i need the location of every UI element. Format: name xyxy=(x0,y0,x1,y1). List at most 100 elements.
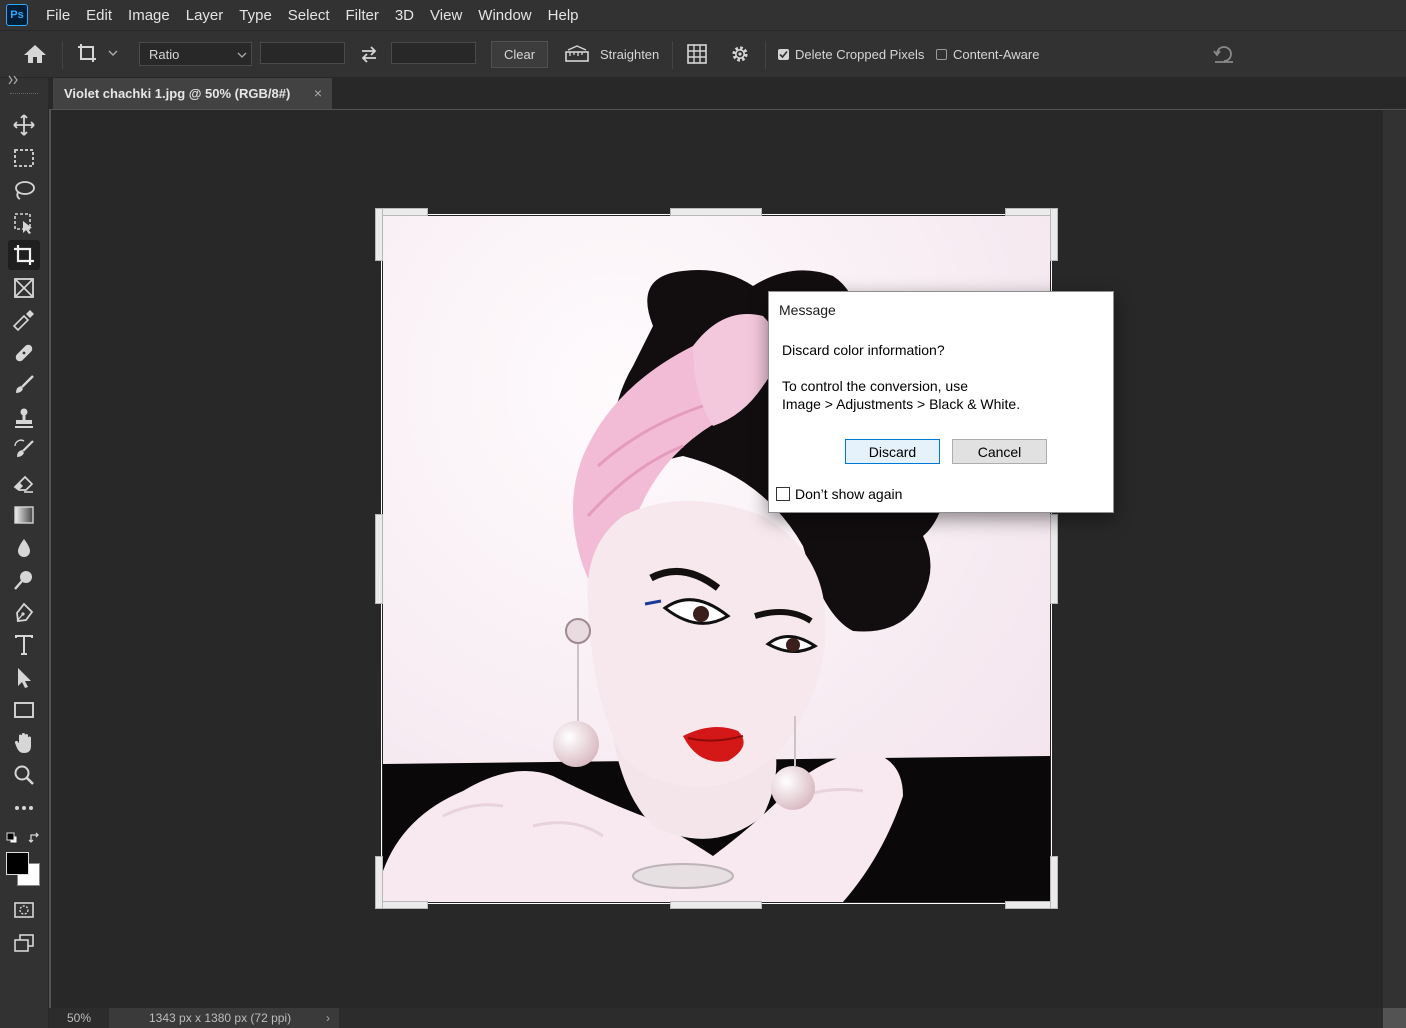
crop-handle-right-middle[interactable] xyxy=(1050,514,1058,604)
delete-cropped-checkbox[interactable] xyxy=(778,48,789,60)
gear-icon xyxy=(732,46,748,62)
document-tab-title: Violet chachki 1.jpg @ 50% (RGB/8#) xyxy=(64,86,291,101)
swap-dimensions-button[interactable] xyxy=(359,31,379,77)
menu-edit[interactable]: Edit xyxy=(78,0,120,30)
menu-type[interactable]: Type xyxy=(231,0,280,30)
dont-show-again-checkbox[interactable] xyxy=(776,487,790,501)
default-colors-icon[interactable] xyxy=(6,832,18,844)
reset-rotate-icon xyxy=(1213,46,1233,63)
crop-handle-left-middle[interactable] xyxy=(375,514,383,604)
hand-tool[interactable] xyxy=(8,728,40,758)
ratio-select[interactable]: Ratio xyxy=(139,42,252,66)
crop-handle-top-right-vertical[interactable] xyxy=(1050,208,1058,261)
history-brush-icon xyxy=(14,439,34,457)
foreground-color-swatch[interactable] xyxy=(6,852,29,875)
marquee-tool[interactable] xyxy=(8,143,40,173)
content-aware-option[interactable]: Content-Aware xyxy=(936,31,1039,77)
status-menu-arrow-icon[interactable]: › xyxy=(326,1011,330,1025)
lasso-tool[interactable] xyxy=(8,175,40,205)
menu-view[interactable]: View xyxy=(422,0,470,30)
straighten-button[interactable]: Straighten xyxy=(564,31,659,77)
dialog-question: Discard color information? xyxy=(782,342,945,358)
crop-tool[interactable] xyxy=(8,240,40,270)
crop-handle-top-middle[interactable] xyxy=(670,208,762,216)
history-brush-tool[interactable] xyxy=(8,435,40,465)
screen-mode-icon xyxy=(14,934,34,952)
type-tool[interactable] xyxy=(8,630,40,660)
dodge-tool[interactable] xyxy=(8,565,40,595)
crop-handle-bottom-left-vertical[interactable] xyxy=(375,856,383,909)
rectangle-tool[interactable] xyxy=(8,695,40,725)
menu-image[interactable]: Image xyxy=(120,0,178,30)
chevron-down-icon xyxy=(237,52,247,58)
delete-cropped-pixels-option[interactable]: Delete Cropped Pixels xyxy=(778,31,924,77)
content-aware-checkbox[interactable] xyxy=(936,48,947,60)
collapse-panel-icon[interactable] xyxy=(8,75,20,85)
blur-tool[interactable] xyxy=(8,533,40,563)
crop-handle-bottom-middle[interactable] xyxy=(670,901,762,909)
crop-settings-button[interactable] xyxy=(729,31,751,77)
content-aware-label: Content-Aware xyxy=(953,46,1040,62)
dialog-hint-line-2: Image > Adjustments > Black & White. xyxy=(782,396,1021,412)
frame-tool[interactable] xyxy=(8,273,40,303)
brush-tool[interactable] xyxy=(8,370,40,400)
pen-tool[interactable] xyxy=(8,598,40,628)
gradient-icon xyxy=(14,506,34,524)
path-selection-tool[interactable] xyxy=(8,663,40,693)
menu-window[interactable]: Window xyxy=(470,0,539,30)
zoom-level[interactable]: 50% xyxy=(67,1011,91,1025)
grid-overlay-icon xyxy=(687,44,707,64)
vertical-scrollbar[interactable] xyxy=(1383,110,1406,1008)
crop-handle-top-left-vertical[interactable] xyxy=(375,208,383,261)
object-selection-tool[interactable] xyxy=(8,208,40,238)
pen-icon xyxy=(16,602,34,623)
hand-icon xyxy=(14,733,32,753)
home-icon xyxy=(24,45,46,63)
cancel-button[interactable]: Cancel xyxy=(952,439,1047,464)
menu-select[interactable]: Select xyxy=(280,0,338,30)
straighten-label: Straighten xyxy=(600,46,660,62)
status-bar: 50% 1343 px x 1380 px (72 ppi) › xyxy=(49,1008,1383,1028)
screen-mode-button[interactable] xyxy=(8,928,40,958)
document-tab-bar: Violet chachki 1.jpg @ 50% (RGB/8#) × xyxy=(49,78,1406,109)
menu-file[interactable]: File xyxy=(38,0,78,30)
close-tab-icon[interactable]: × xyxy=(314,85,322,101)
quick-mask-icon xyxy=(14,902,34,918)
crop-height-input[interactable] xyxy=(391,42,476,64)
swap-colors-icon[interactable] xyxy=(28,831,42,845)
menu-filter[interactable]: Filter xyxy=(338,0,387,30)
crop-width-input[interactable] xyxy=(260,42,345,64)
document-info[interactable]: 1343 px x 1380 px (72 ppi) xyxy=(109,1008,339,1028)
eraser-tool[interactable] xyxy=(8,468,40,498)
crop-tool-preset-button[interactable] xyxy=(76,31,120,77)
document-tab[interactable]: Violet chachki 1.jpg @ 50% (RGB/8#) × xyxy=(53,78,332,109)
move-tool[interactable] xyxy=(8,110,40,140)
overlay-options-button[interactable] xyxy=(686,31,708,77)
edit-toolbar-button[interactable] xyxy=(8,793,40,823)
discard-button[interactable]: Discard xyxy=(845,439,940,464)
eyedropper-tool[interactable] xyxy=(8,305,40,335)
crop-handle-bottom-right-vertical[interactable] xyxy=(1050,856,1058,909)
document-dimensions: 1343 px x 1380 px (72 ppi) xyxy=(149,1011,292,1025)
eyedropper-icon xyxy=(12,310,34,332)
panel-grip[interactable] xyxy=(10,93,38,96)
gradient-tool[interactable] xyxy=(8,500,40,530)
clone-stamp-tool[interactable] xyxy=(8,403,40,433)
healing-brush-tool[interactable] xyxy=(8,338,40,368)
stamp-icon xyxy=(15,408,33,428)
menu-layer[interactable]: Layer xyxy=(178,0,232,30)
dont-show-again-option[interactable]: Don’t show again xyxy=(776,486,902,502)
home-button[interactable] xyxy=(22,31,48,77)
menu-help[interactable]: Help xyxy=(540,0,587,30)
reset-crop-button[interactable] xyxy=(1212,31,1236,77)
zoom-tool[interactable] xyxy=(8,760,40,790)
clear-button[interactable]: Clear xyxy=(491,41,548,68)
menu-3d[interactable]: 3D xyxy=(387,0,422,30)
crop-icon xyxy=(14,245,34,265)
menu-bar: Ps File Edit Image Layer Type Select Fil… xyxy=(0,0,1406,30)
object-selection-icon xyxy=(14,213,32,234)
crop-preset-icon xyxy=(78,44,118,62)
quick-mask-button[interactable] xyxy=(8,895,40,925)
dialog-hint-line-1: To control the conversion, use xyxy=(782,378,968,394)
dialog-title: Message xyxy=(779,302,836,318)
